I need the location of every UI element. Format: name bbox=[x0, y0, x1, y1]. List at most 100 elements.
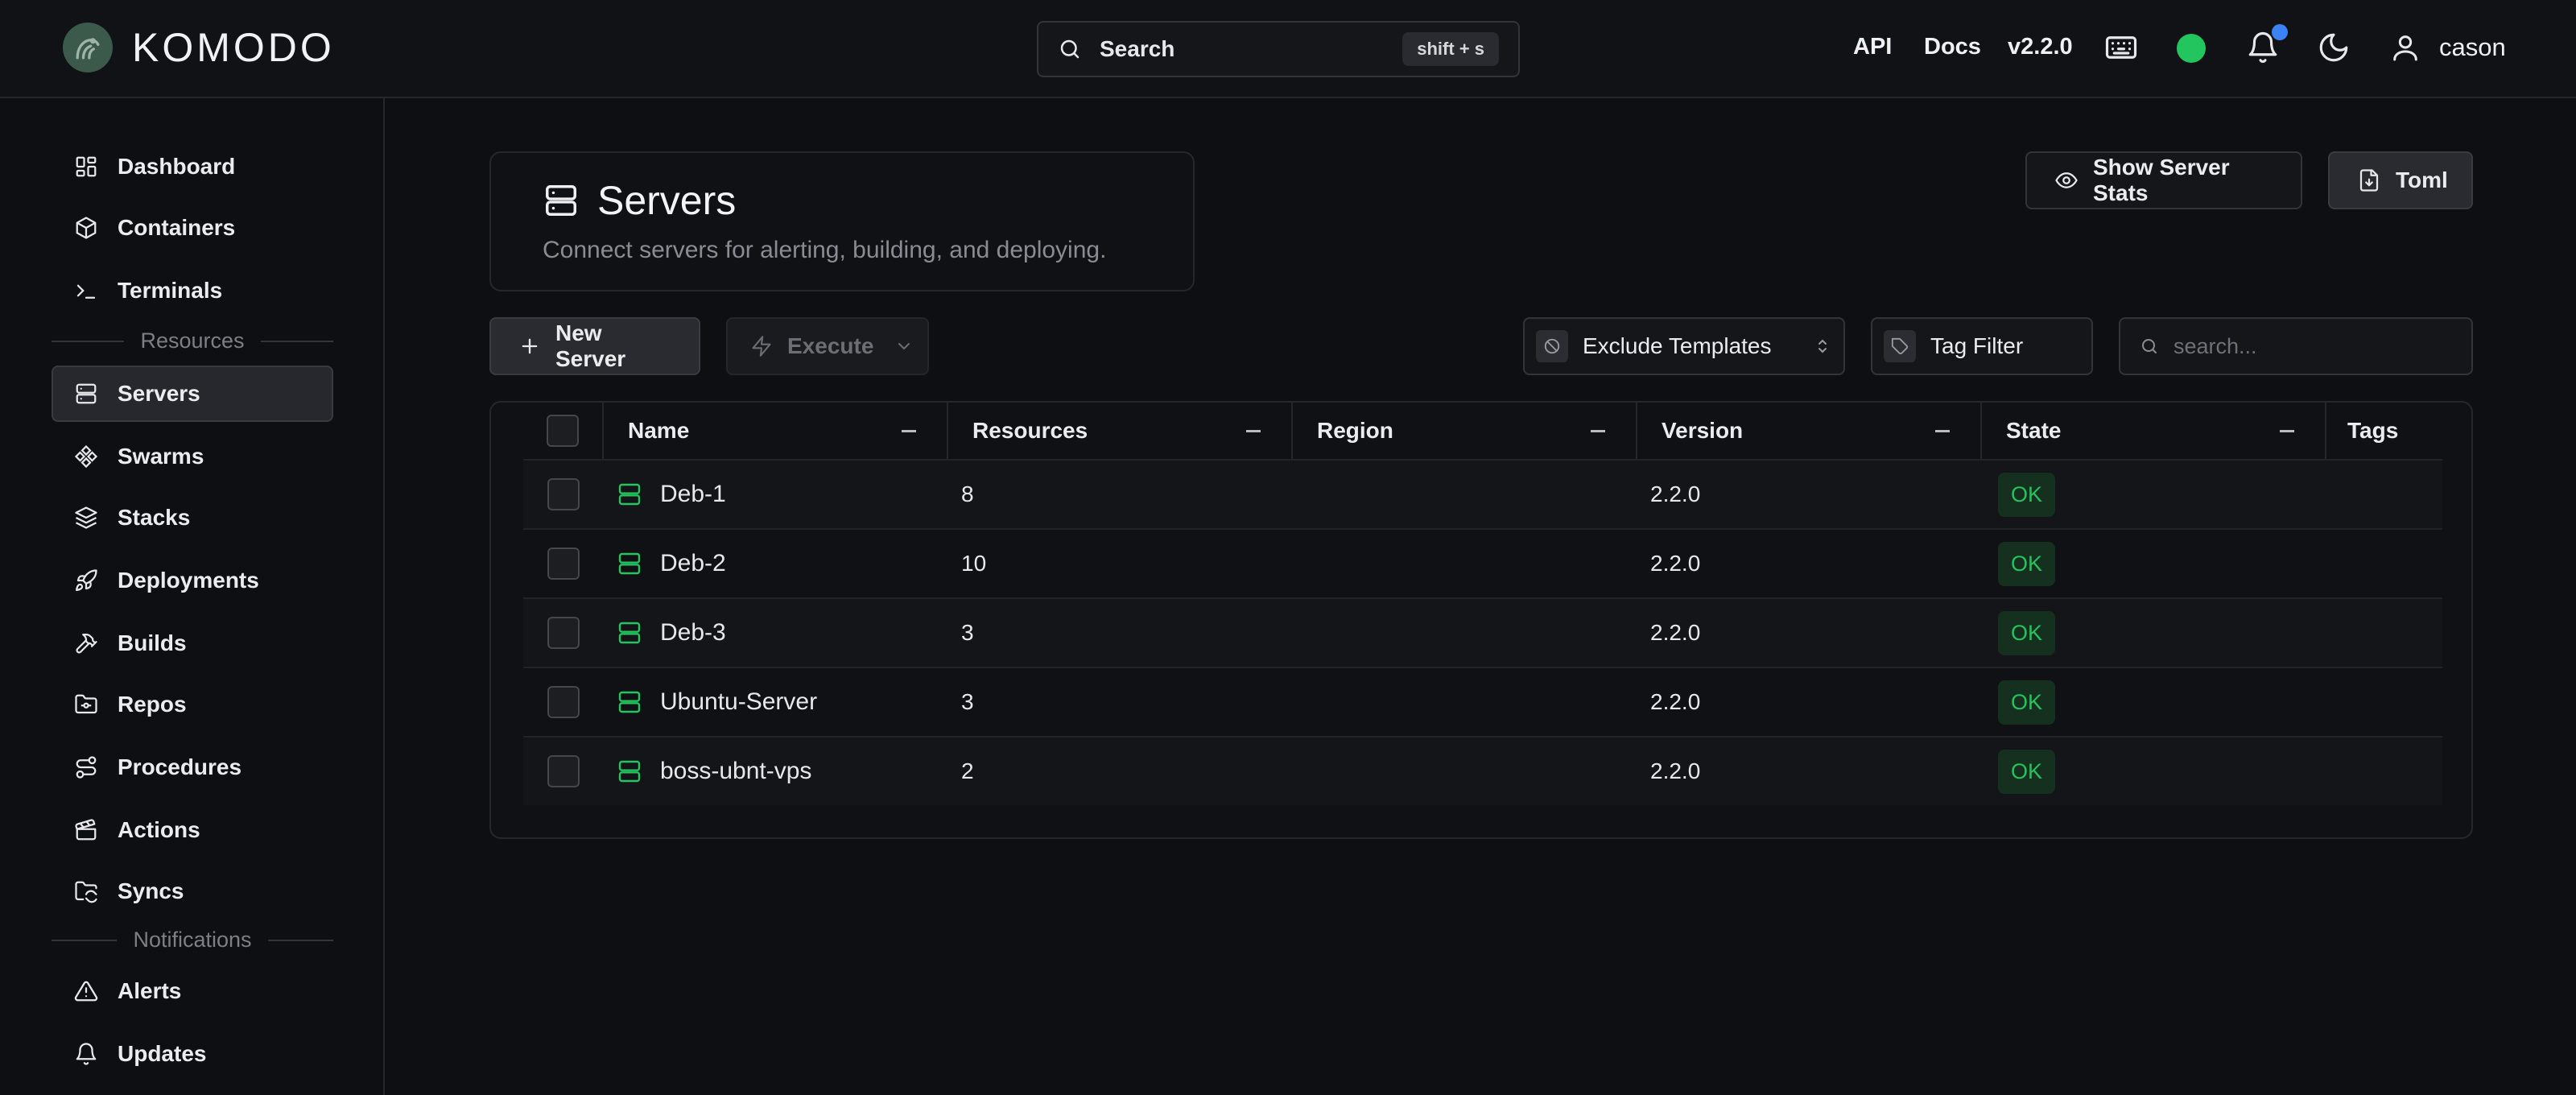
sidebar-item-dashboard[interactable]: Dashboard bbox=[52, 138, 333, 195]
server-name-link[interactable]: Deb-3 bbox=[604, 599, 948, 667]
resources-count: 2 bbox=[961, 758, 974, 783]
page-header-card: Servers Connect servers for alerting, bu… bbox=[489, 151, 1195, 291]
sidebar-item-label: Deployments bbox=[118, 568, 259, 593]
minus-icon[interactable] bbox=[1591, 430, 1605, 432]
server-name-link[interactable]: Ubuntu-Server bbox=[604, 668, 948, 736]
swarm-icon bbox=[74, 444, 98, 469]
show-server-stats-button[interactable]: Show Server Stats bbox=[2025, 151, 2302, 209]
server-search-input[interactable] bbox=[2174, 333, 2447, 359]
sidebar-item-alerts[interactable]: Alerts bbox=[52, 963, 333, 1019]
column-header-name[interactable]: Name bbox=[604, 403, 948, 459]
connection-status-indicator bbox=[2177, 34, 2206, 63]
execute-dropdown-button[interactable]: Execute bbox=[726, 317, 929, 375]
minus-icon[interactable] bbox=[902, 430, 916, 432]
api-link[interactable]: API bbox=[1853, 34, 1892, 60]
sidebar-item-builds[interactable]: Builds bbox=[52, 615, 333, 671]
global-search-button[interactable]: Search shift + s bbox=[1037, 21, 1520, 77]
column-header-resources[interactable]: Resources bbox=[948, 403, 1293, 459]
tags-cell bbox=[2326, 668, 2442, 736]
button-label: Show Server Stats bbox=[2093, 155, 2230, 205]
table-row[interactable]: Deb-1 8 2.2.0 OK bbox=[523, 459, 2442, 528]
resources-count: 3 bbox=[961, 689, 974, 714]
sidebar-item-swarms[interactable]: Swarms bbox=[52, 428, 333, 485]
sidebar-item-label: Builds bbox=[118, 630, 187, 655]
user-name: cason bbox=[2439, 33, 2506, 61]
layout-dashboard-icon bbox=[74, 155, 98, 179]
servers-table: Name Resources Region Version State Tags… bbox=[489, 401, 2473, 839]
server-name: Deb-1 bbox=[660, 481, 726, 507]
sidebar-item-label: Containers bbox=[118, 215, 236, 240]
sidebar-item-servers[interactable]: Servers bbox=[52, 366, 333, 422]
sidebar-item-label: Alerts bbox=[118, 978, 182, 1003]
sidebar-item-label: Repos bbox=[118, 692, 187, 717]
server-name-link[interactable]: Deb-1 bbox=[604, 461, 948, 528]
folder-sync-icon bbox=[74, 879, 98, 903]
version-value: 2.2.0 bbox=[1650, 481, 1701, 506]
sidebar-item-terminals[interactable]: Terminals bbox=[52, 262, 333, 319]
minus-icon[interactable] bbox=[1246, 430, 1261, 432]
sidebar-item-deployments[interactable]: Deployments bbox=[52, 552, 333, 609]
minus-icon[interactable] bbox=[2280, 430, 2294, 432]
column-label: Resources bbox=[972, 418, 1088, 443]
sidebar-item-stacks[interactable]: Stacks bbox=[52, 490, 333, 546]
select-all-checkbox[interactable] bbox=[547, 415, 579, 447]
server-icon bbox=[74, 382, 98, 406]
row-checkbox[interactable] bbox=[547, 686, 580, 718]
sidebar-item-repos[interactable]: Repos bbox=[52, 676, 333, 733]
minus-icon[interactable] bbox=[1935, 430, 1950, 432]
search-label: Search bbox=[1100, 36, 1175, 61]
column-header-state[interactable]: State bbox=[1982, 403, 2326, 459]
toml-button[interactable]: Toml bbox=[2328, 151, 2473, 209]
box-icon bbox=[74, 216, 98, 240]
row-checkbox[interactable] bbox=[547, 548, 580, 580]
region-value bbox=[1293, 668, 1637, 736]
region-value bbox=[1293, 461, 1637, 528]
exclude-templates-select[interactable]: Exclude Templates bbox=[1523, 317, 1845, 375]
tags-cell bbox=[2326, 530, 2442, 597]
table-row[interactable]: boss-ubnt-vps 2 2.2.0 OK bbox=[523, 736, 2442, 805]
moon-icon[interactable] bbox=[2317, 29, 2351, 66]
server-name-link[interactable]: Deb-2 bbox=[604, 530, 948, 597]
keyboard-icon[interactable] bbox=[2104, 29, 2138, 66]
docs-link[interactable]: Docs bbox=[1924, 34, 1981, 60]
sidebar-item-syncs[interactable]: Syncs bbox=[52, 863, 333, 919]
search-icon bbox=[2140, 337, 2159, 356]
button-label: Execute bbox=[787, 333, 874, 358]
brand-name: KOMODO bbox=[132, 25, 335, 70]
row-checkbox[interactable] bbox=[547, 617, 580, 649]
server-name: Deb-2 bbox=[660, 550, 726, 576]
notification-badge bbox=[2272, 24, 2288, 40]
button-label: Tag Filter bbox=[1930, 333, 2024, 358]
server-icon bbox=[617, 620, 642, 646]
terminal-icon bbox=[74, 279, 98, 303]
clapperboard-icon bbox=[74, 818, 98, 842]
server-name: boss-ubnt-vps bbox=[660, 758, 812, 784]
sidebar-item-procedures[interactable]: Procedures bbox=[52, 739, 333, 795]
route-icon bbox=[74, 755, 98, 779]
sidebar-item-actions[interactable]: Actions bbox=[52, 802, 333, 858]
server-name-link[interactable]: boss-ubnt-vps bbox=[604, 738, 948, 805]
server-search-field bbox=[2119, 317, 2473, 375]
sidebar-item-updates[interactable]: Updates bbox=[52, 1026, 333, 1082]
row-checkbox[interactable] bbox=[547, 478, 580, 510]
column-header-region[interactable]: Region bbox=[1293, 403, 1637, 459]
table-row[interactable]: Deb-2 10 2.2.0 OK bbox=[523, 528, 2442, 597]
user-menu[interactable]: cason bbox=[2389, 29, 2506, 66]
komodo-logo-icon bbox=[63, 23, 113, 72]
logo[interactable]: KOMODO bbox=[63, 23, 335, 72]
sidebar-item-label: Servers bbox=[118, 381, 200, 406]
row-checkbox[interactable] bbox=[547, 755, 580, 787]
table-row[interactable]: Ubuntu-Server 3 2.2.0 OK bbox=[523, 667, 2442, 736]
version-link[interactable]: v2.2.0 bbox=[2008, 34, 2073, 60]
table-row[interactable]: Deb-3 3 2.2.0 OK bbox=[523, 597, 2442, 667]
server-icon bbox=[617, 481, 642, 507]
new-server-button[interactable]: New Server bbox=[489, 317, 700, 375]
column-header-version[interactable]: Version bbox=[1637, 403, 1982, 459]
section-divider-resources: Resources bbox=[52, 328, 333, 353]
resources-count: 8 bbox=[961, 481, 974, 506]
tag-filter-button[interactable]: Tag Filter bbox=[1871, 317, 2093, 375]
hammer-icon bbox=[74, 631, 98, 655]
column-header-tags[interactable]: Tags bbox=[2326, 403, 2442, 459]
sidebar-item-containers[interactable]: Containers bbox=[52, 200, 333, 256]
sidebar-item-label: Procedures bbox=[118, 754, 242, 779]
